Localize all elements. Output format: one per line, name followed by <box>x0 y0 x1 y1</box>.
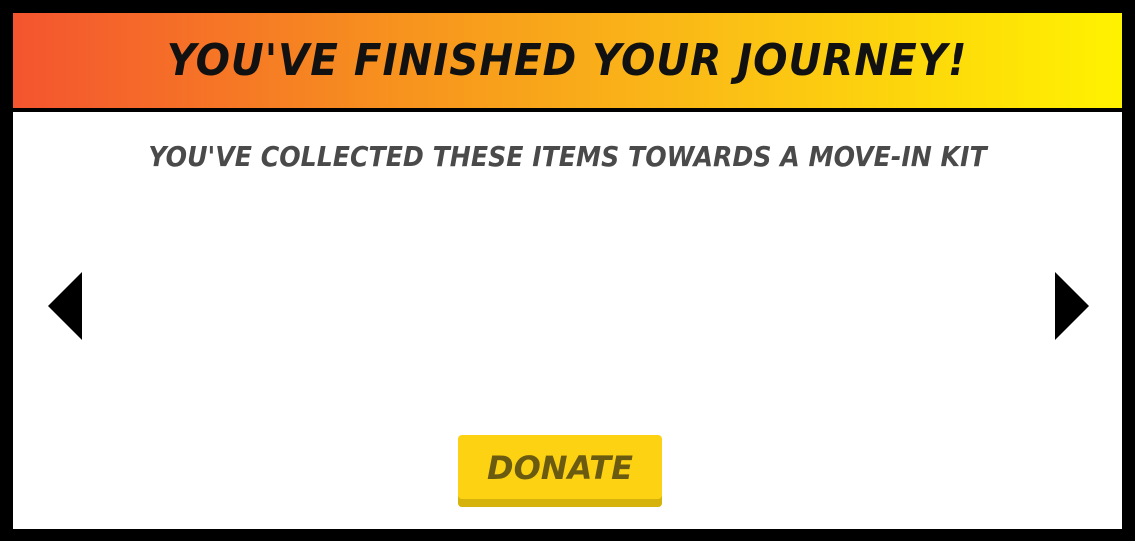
modal-frame: You've finished your journey! You've col… <box>13 13 1122 529</box>
donate-button[interactable]: Donate <box>458 435 662 507</box>
carousel-prev-icon[interactable] <box>48 272 82 340</box>
items-carousel <box>103 202 1032 412</box>
carousel-next-icon[interactable] <box>1055 272 1089 340</box>
modal-body: You've collected these items towards a m… <box>13 112 1122 529</box>
header-title: You've finished your journey! <box>167 35 968 86</box>
subtitle: You've collected these items towards a m… <box>148 140 987 173</box>
modal-header: You've finished your journey! <box>13 13 1122 108</box>
